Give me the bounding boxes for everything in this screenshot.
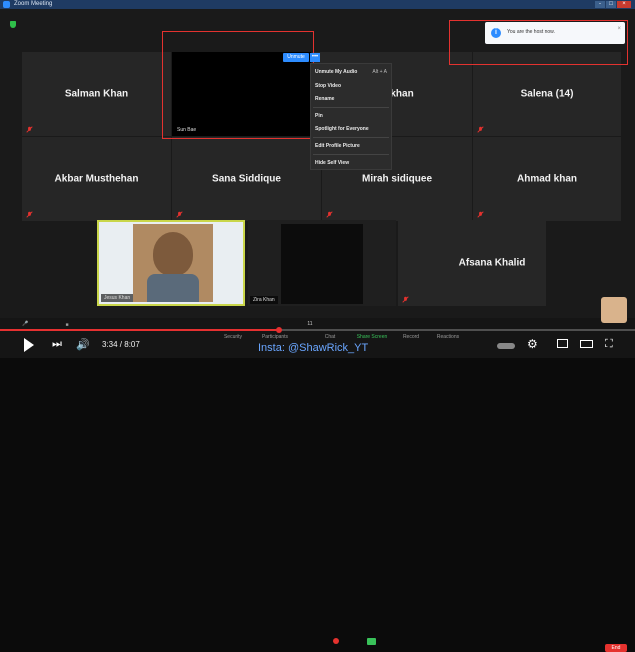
- miniplayer-icon[interactable]: [557, 339, 568, 348]
- participant-name: Jesus Khan: [101, 294, 134, 302]
- participant-tile-akbar[interactable]: Akbar Musthehan: [22, 137, 171, 221]
- unmute-tile-button[interactable]: Unmute: [283, 53, 309, 62]
- participant-name: Sana Siddique: [212, 173, 281, 185]
- maximize-button[interactable]: □: [606, 1, 616, 8]
- highlight-self-view: [162, 31, 314, 139]
- participants-count: 11: [307, 321, 313, 327]
- theater-mode-icon[interactable]: [580, 340, 593, 348]
- menu-shortcut: Alt + A: [372, 69, 387, 75]
- muted-mic-icon: [326, 211, 333, 218]
- participant-tile-zira-khan[interactable]: Zira Khan: [248, 220, 396, 306]
- participant-tile-jesus-khan[interactable]: Jesus Khan: [97, 220, 245, 306]
- participant-name: Salena (14): [520, 88, 574, 100]
- chat-badge: [333, 638, 339, 644]
- more-options-icon[interactable]: •••: [310, 53, 320, 62]
- menu-item-unmute-my-audio[interactable]: Unmute My Audio: [315, 69, 357, 75]
- menu-item-hide-self-view[interactable]: Hide Self View: [315, 160, 349, 166]
- mic-icon[interactable]: 🎤: [22, 321, 28, 327]
- menu-item-rename[interactable]: Rename: [315, 96, 334, 102]
- close-notification-icon[interactable]: ×: [617, 26, 621, 32]
- zoom-app-icon: [3, 1, 10, 8]
- menu-item-spotlight[interactable]: Spotlight for Everyone: [315, 126, 369, 132]
- muted-mic-icon: [477, 126, 484, 133]
- host-notification: i You are the host now. ×: [485, 22, 625, 44]
- participant-name: k khan: [382, 88, 414, 100]
- participant-context-menu: Unmute My Audio Alt + A Stop Video Renam…: [310, 63, 392, 170]
- muted-mic-icon: [402, 296, 409, 303]
- next-icon[interactable]: ⏭: [52, 338, 62, 351]
- menu-item-stop-video[interactable]: Stop Video: [315, 83, 341, 89]
- participant-video: [133, 224, 213, 302]
- menu-divider: [313, 107, 389, 108]
- video-icon[interactable]: ■: [52, 322, 82, 328]
- participant-name: Akbar Musthehan: [54, 173, 139, 185]
- participant-name: Ahmad khan: [516, 173, 577, 185]
- watermark-text: Insta: @ShawRick_YT: [258, 342, 369, 354]
- notification-message: You are the host now.: [507, 29, 555, 35]
- muted-mic-icon: [176, 211, 183, 218]
- muted-mic-icon: [26, 211, 33, 218]
- participant-tile-salman[interactable]: Salman Khan: [22, 52, 171, 136]
- participant-tile-sana[interactable]: Sana Siddique: [172, 137, 321, 221]
- muted-mic-icon: [477, 211, 484, 218]
- window-title-bar: Zoom Meeting - □ ×: [0, 0, 635, 9]
- share-screen-icon[interactable]: [367, 638, 376, 645]
- participant-tile-afsana[interactable]: Afsana Khalid: [398, 220, 546, 306]
- participant-name: Mirah sidiquee: [361, 173, 432, 185]
- participant-name: Zira Khan: [250, 296, 278, 304]
- info-icon: i: [491, 28, 501, 38]
- progress-fill: [0, 329, 280, 331]
- end-button[interactable]: End: [605, 644, 627, 652]
- menu-divider: [313, 137, 389, 138]
- window-controls: - □ ×: [595, 1, 631, 8]
- play-icon[interactable]: [24, 338, 34, 352]
- close-button[interactable]: ×: [617, 1, 631, 8]
- volume-icon[interactable]: 🔊: [76, 338, 90, 351]
- settings-icon[interactable]: ⚙: [527, 337, 538, 351]
- fullscreen-icon[interactable]: ⛶: [605, 338, 613, 351]
- window-title: Zoom Meeting: [14, 1, 53, 7]
- video-progress-bar[interactable]: [0, 327, 635, 333]
- muted-mic-icon: [26, 126, 33, 133]
- player-time: 3:34 / 8:07: [102, 340, 140, 349]
- menu-divider: [313, 154, 389, 155]
- participant-name: Afsana Khalid: [458, 257, 526, 269]
- channel-avatar: [601, 297, 627, 323]
- menu-item-edit-profile-picture[interactable]: Edit Profile Picture: [315, 143, 360, 149]
- minimize-button[interactable]: -: [595, 1, 605, 8]
- participant-name: Salman Khan: [64, 88, 129, 100]
- autoplay-toggle[interactable]: [497, 343, 515, 349]
- participant-tile-ahmad[interactable]: Ahmad khan: [473, 137, 621, 221]
- menu-item-pin[interactable]: Pin: [315, 113, 323, 119]
- shield-icon: [10, 21, 16, 28]
